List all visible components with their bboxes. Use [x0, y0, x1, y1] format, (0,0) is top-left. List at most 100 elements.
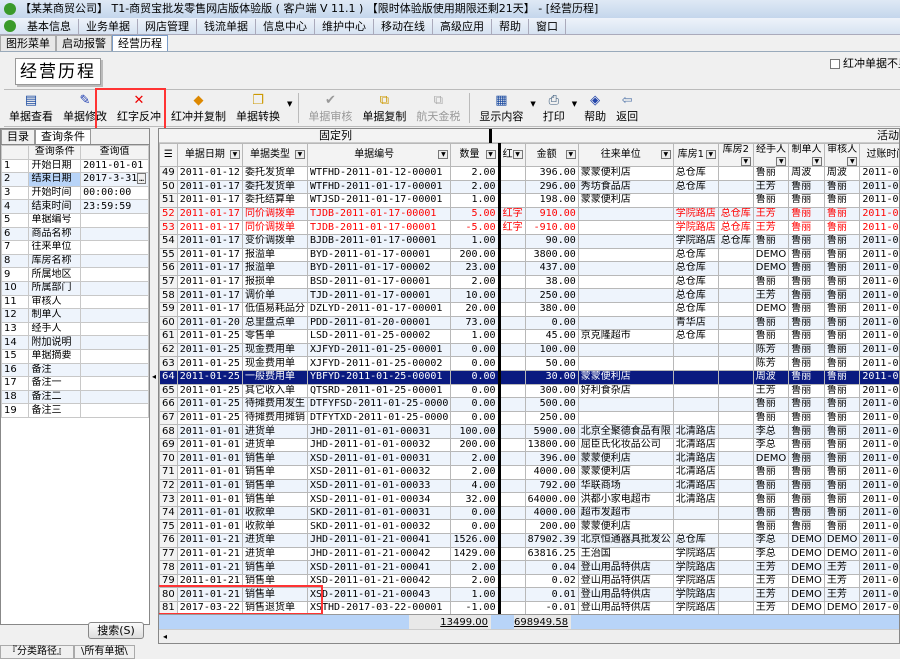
toolbar-button-6[interactable]: ⧉ 单据复制 — [357, 92, 411, 126]
filter-dropdown-icon[interactable]: ▼ — [565, 150, 576, 159]
condition-row[interactable]: 6 商品名称 — [0, 226, 149, 242]
condition-value[interactable] — [80, 226, 149, 242]
table-row[interactable]: 76 2011-01-21 进货单 JHD-2011-01-21-00041 1526.… — [159, 533, 899, 548]
table-row[interactable]: 53 2011-01-17 同价调拨单 TJDB-2011-01-17-00001 -5… — [159, 220, 899, 235]
tab-0[interactable]: 图形菜单 — [0, 35, 56, 51]
condition-value[interactable] — [80, 389, 149, 405]
condition-value[interactable] — [80, 294, 149, 310]
table-row[interactable]: 66 2011-01-25 待摊费用发生 DTFYFSD-2011-01-25-000… — [159, 397, 899, 412]
table-row[interactable]: 61 2011-01-25 零售单 LSD-2011-01-25-00002 1.00 4… — [159, 329, 899, 344]
table-row[interactable]: 58 2011-01-17 调价单 TJD-2011-01-17-00001 10.00… — [159, 288, 899, 303]
column-header-10[interactable]: 制单人 ▼ — [788, 143, 825, 167]
menu-item-4[interactable]: 信息中心 — [256, 18, 315, 34]
filter-dropdown-icon[interactable]: ▼ — [776, 157, 787, 166]
toolbar-button-11[interactable]: ⇦ 返回 — [611, 92, 643, 126]
table-row[interactable]: 52 2011-01-17 同价调拨单 TJDB-2011-01-17-00001 5.… — [159, 206, 899, 222]
toolbar-button-10[interactable]: ◈ 帮助 — [579, 92, 611, 126]
menu-item-6[interactable]: 移动在线 — [374, 18, 433, 34]
dropdown-arrow-icon[interactable]: ▼ — [572, 100, 577, 108]
table-row[interactable]: 62 2011-01-25 现金费用单 XJFYD-2011-01-25-00001 0… — [159, 342, 899, 358]
column-header-3[interactable]: 数量 ▼ — [450, 143, 501, 167]
condition-row[interactable]: 11 审核人 — [0, 294, 149, 310]
scroll-left-arrow-icon[interactable]: ◂ — [159, 632, 167, 641]
column-header-1[interactable]: 单据类型 ▼ — [241, 143, 308, 167]
condition-value[interactable] — [80, 321, 149, 337]
dropdown-arrow-icon[interactable]: ▼ — [530, 100, 535, 108]
menu-item-3[interactable]: 钱流单据 — [197, 18, 256, 34]
ellipsis-button[interactable]: … — [137, 173, 146, 185]
condition-value[interactable]: … 2017-3-31 — [80, 172, 149, 187]
table-row[interactable]: 71 2011-01-01 销售单 XSD-2011-01-01-00032 2.00 4… — [159, 465, 899, 480]
condition-value[interactable] — [80, 335, 149, 350]
condition-value[interactable]: 00:00:00 — [80, 185, 149, 201]
toolbar-button-9[interactable]: ⎙ 打印 — [538, 92, 570, 126]
filter-dropdown-icon[interactable]: ▼ — [740, 157, 751, 166]
toolbar-button-5[interactable]: ✔ 单据审核 — [303, 92, 357, 126]
table-row[interactable]: 73 2011-01-01 销售单 XSD-2011-01-01-00034 32.00… — [159, 492, 899, 507]
table-row[interactable]: 70 2011-01-01 销售单 XSD-2011-01-01-00031 2.00 3… — [159, 451, 899, 467]
condition-row[interactable]: 17 备注一 — [0, 376, 149, 391]
menu-item-5[interactable]: 维护中心 — [315, 18, 374, 34]
table-row[interactable]: 69 2011-01-01 进货单 JHD-2011-01-01-00032 200.0… — [159, 437, 899, 453]
filter-dropdown-icon[interactable]: ▼ — [485, 150, 496, 159]
horizontal-scrollbar[interactable]: ◂ — [159, 629, 899, 643]
condition-row[interactable]: 3 开始时间 00:00:00 — [0, 185, 149, 201]
toolbar-button-4[interactable]: ❐ 单据转换 — [231, 92, 285, 126]
toolbar-button-3[interactable]: ◆ 红冲并复制 — [166, 92, 231, 126]
table-row[interactable]: 79 2011-01-21 销售单 XSD-2011-01-21-00042 2.00 0… — [159, 573, 899, 589]
toolbar-button-7[interactable]: ⧉ 航天金税 — [411, 92, 465, 126]
filter-dropdown-icon[interactable]: ▼ — [512, 150, 523, 159]
table-row[interactable]: 63 2011-01-25 现金费用单 XJFYD-2011-01-25-00002 0… — [159, 356, 899, 371]
table-row[interactable]: 67 2011-01-25 待摊费用摊销 DTFYTXD-2011-01-25-000… — [159, 410, 899, 426]
condition-row[interactable]: 2 结束日期… 2017-3-31 — [0, 172, 149, 187]
condition-row[interactable]: 12 制单人 — [0, 308, 149, 323]
condition-row[interactable]: 1 开始日期 2011-01-01 — [0, 158, 149, 174]
condition-row[interactable]: 8 库房名称 — [0, 253, 149, 269]
checkbox-box[interactable] — [830, 58, 840, 69]
column-header-0[interactable]: 单据日期 ▼ — [176, 143, 243, 167]
table-row[interactable]: 77 2011-01-21 进货单 JHD-2011-01-21-00042 1429.… — [159, 546, 899, 562]
condition-row[interactable]: 13 经手人 — [0, 321, 149, 337]
condition-value[interactable] — [80, 403, 149, 418]
row-selector-header[interactable]: ☰ — [159, 143, 178, 167]
menu-item-2[interactable]: 网店管理 — [138, 18, 197, 34]
filter-dropdown-icon[interactable]: ▼ — [438, 150, 449, 159]
table-row[interactable]: 50 2011-01-17 委托发货单 WTFHD-2011-01-17-00001 2… — [159, 179, 899, 195]
condition-value[interactable] — [80, 280, 149, 296]
table-row[interactable]: 57 2011-01-17 报损单 BSD-2011-01-17-00001 2.00 3… — [159, 274, 899, 290]
tab-query-conditions[interactable]: 查询条件 — [35, 129, 91, 144]
column-header-9[interactable]: 经手人 ▼ — [752, 143, 790, 167]
table-row[interactable]: 65 2011-01-25 其它收入单 QTSRD-2011-01-25-00001 0… — [159, 383, 899, 399]
table-row[interactable]: 60 2011-01-20 总里盘点单 PDD-2011-01-20-00001 73.… — [159, 315, 899, 331]
condition-row[interactable]: 15 单据摘要 — [0, 348, 149, 364]
menu-item-0[interactable]: 基本信息 — [20, 18, 79, 34]
table-row[interactable]: 59 2011-01-17 低值易耗品分 DZLYD-2011-01-17-00001… — [159, 301, 899, 317]
table-row[interactable]: 72 2011-01-01 销售单 XSD-2011-01-01-00033 4.00 7… — [159, 478, 899, 494]
table-row[interactable]: 68 2011-01-01 进货单 JHD-2011-01-01-00031 100.0… — [159, 424, 899, 439]
table-row[interactable]: 78 2011-01-21 销售单 XSD-2011-01-21-00041 2.00 0… — [159, 560, 899, 575]
filter-dropdown-icon[interactable]: ▼ — [811, 157, 822, 166]
menu-item-7[interactable]: 高级应用 — [433, 18, 492, 34]
menu-item-1[interactable]: 业务单据 — [79, 18, 138, 34]
toolbar-button-8[interactable]: ▦ 显示内容 — [474, 92, 528, 126]
toolbar-button-1[interactable]: ✎ 单据修改 — [58, 92, 112, 126]
column-header-5[interactable]: 金额 ▼ — [524, 143, 579, 167]
condition-value[interactable]: 23:59:59 — [80, 199, 149, 214]
column-header-11[interactable]: 审核人 ▼ — [823, 143, 861, 167]
collapse-arrow-icon[interactable]: ◂ — [152, 372, 156, 381]
tab-1[interactable]: 启动报警 — [56, 35, 112, 51]
table-row[interactable]: 54 2011-01-17 变价调拨单 BJDB-2011-01-17-00001 1.… — [159, 233, 899, 249]
table-row[interactable]: 75 2011-01-01 收款单 SKD-2011-01-01-00032 0.00 2… — [159, 519, 899, 535]
tab-2[interactable]: 经营历程 — [112, 35, 168, 51]
column-header-2[interactable]: 单据编号 ▼ — [306, 143, 452, 167]
condition-row[interactable]: 9 所属地区 — [0, 267, 149, 282]
filter-dropdown-icon[interactable]: ▼ — [229, 150, 240, 159]
column-header-7[interactable]: 库房1 ▼ — [672, 143, 719, 167]
condition-value[interactable] — [80, 253, 149, 269]
table-row[interactable]: 55 2011-01-17 报溢单 BYD-2011-01-17-00001 200.0… — [159, 247, 899, 263]
dropdown-arrow-icon[interactable]: ▼ — [287, 100, 292, 108]
toolbar-button-2[interactable]: ✕ 红字反冲 — [112, 92, 166, 126]
hide-red-checkbox[interactable]: 红冲单据不显 — [830, 57, 900, 70]
condition-row[interactable]: 10 所属部门 — [0, 280, 149, 296]
menu-item-9[interactable]: 窗口 — [529, 18, 566, 34]
